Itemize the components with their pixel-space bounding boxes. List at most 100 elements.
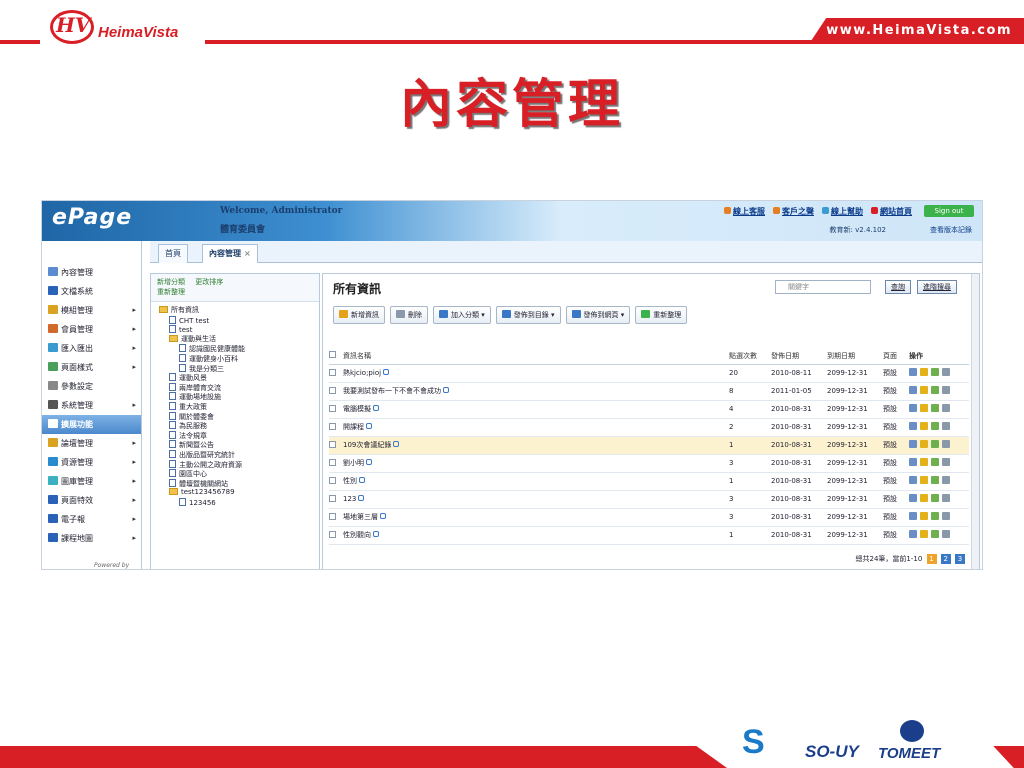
tree-node[interactable]: 法令規章 xyxy=(159,430,319,441)
trash-icon[interactable] xyxy=(942,368,950,376)
link-icon[interactable] xyxy=(443,387,449,393)
list-icon[interactable] xyxy=(920,368,928,376)
sidebar-item-13[interactable]: 電子報 ▸ xyxy=(42,510,141,529)
sign-out-button[interactable]: Sign out xyxy=(924,205,974,217)
search-button[interactable]: 查詢 xyxy=(885,280,911,294)
table-row[interactable]: 性別 1 2010-08-31 2099-12-31 預設 xyxy=(329,472,969,491)
sidebar-item-6[interactable]: 參數設定 xyxy=(42,377,141,396)
trash-icon[interactable] xyxy=(942,530,950,538)
page-1-button[interactable]: 1 xyxy=(926,554,937,564)
tree-node[interactable]: 123456 xyxy=(159,497,319,508)
table-row[interactable]: 劉小明 3 2010-08-31 2099-12-31 預設 xyxy=(329,454,969,473)
row-checkbox[interactable] xyxy=(329,368,336,376)
table-row[interactable]: 場地第三層 3 2010-08-31 2099-12-31 預設 xyxy=(329,508,969,527)
row-checkbox[interactable] xyxy=(329,404,336,412)
tree-node[interactable]: 新聞暨公告 xyxy=(159,440,319,450)
tree-node[interactable]: 主動公開之政府資源 xyxy=(159,459,319,470)
folder-icon[interactable] xyxy=(931,512,939,520)
item-name-link[interactable]: 熱kjcio;pioj xyxy=(343,369,381,377)
row-checkbox[interactable] xyxy=(329,458,336,466)
edit-icon[interactable] xyxy=(909,440,917,448)
tree-node[interactable]: 認識國民健康體能 xyxy=(159,344,319,354)
sidebar-item-7[interactable]: 系統管理 ▸ xyxy=(42,396,141,415)
edit-icon[interactable] xyxy=(909,368,917,376)
trash-icon[interactable] xyxy=(942,476,950,484)
sidebar-item-9[interactable]: 論壇管理 ▸ xyxy=(42,434,141,453)
item-name-link[interactable]: 電腦模擬 xyxy=(343,405,371,413)
tree-node[interactable]: test xyxy=(159,325,319,335)
link-site-home[interactable]: 網站首頁 xyxy=(871,206,912,217)
item-name-link[interactable]: 我要測試發布一下不會不會成功 xyxy=(343,387,441,395)
list-icon[interactable] xyxy=(920,458,928,466)
edit-icon[interactable] xyxy=(909,512,917,520)
keyword-search-input[interactable]: 關鍵字 xyxy=(775,280,871,294)
edit-icon[interactable] xyxy=(909,530,917,538)
toolbar-button-5[interactable]: 重新整理 xyxy=(635,306,688,324)
item-name-link[interactable]: 開課程 xyxy=(343,423,364,431)
tab-home[interactable]: 首頁 xyxy=(158,244,188,263)
list-icon[interactable] xyxy=(920,422,928,430)
tab-content-management[interactable]: 內容管理 × xyxy=(202,244,258,263)
add-category-button[interactable]: 新增分類 xyxy=(157,278,185,286)
link-icon[interactable] xyxy=(393,441,400,447)
folder-icon[interactable] xyxy=(931,494,939,502)
row-checkbox[interactable] xyxy=(329,386,336,394)
page-2-button[interactable]: 2 xyxy=(940,554,951,564)
table-row[interactable]: 熱kjcio;pioj 20 2010-08-11 2099-12-31 預設 xyxy=(329,364,969,383)
sidebar-item-8[interactable]: 擴展功能 xyxy=(42,415,141,434)
edit-icon[interactable] xyxy=(909,476,917,484)
link-icon[interactable] xyxy=(366,459,372,465)
folder-icon[interactable] xyxy=(931,530,939,538)
link-customer-voice[interactable]: 客戶之聲 xyxy=(773,206,814,217)
tree-node[interactable]: 運動健身小百科 xyxy=(159,353,319,364)
table-row[interactable]: 109次會議紀錄 1 2010-08-31 2099-12-31 預設 xyxy=(329,436,969,455)
change-order-button[interactable]: 更改排序 xyxy=(195,278,223,286)
list-icon[interactable] xyxy=(920,530,928,538)
refresh-tree-button[interactable]: 重新整理 xyxy=(157,288,185,296)
list-icon[interactable] xyxy=(920,512,928,520)
trash-icon[interactable] xyxy=(942,512,950,520)
toolbar-button-0[interactable]: 新增資訊 xyxy=(333,306,385,324)
column-header-published[interactable]: 發佈日期 xyxy=(771,348,827,365)
toolbar-button-1[interactable]: 刪除 xyxy=(390,306,428,324)
folder-icon[interactable] xyxy=(931,386,939,394)
vertical-scrollbar[interactable] xyxy=(971,274,979,569)
row-checkbox[interactable] xyxy=(329,512,336,520)
trash-icon[interactable] xyxy=(942,458,950,466)
link-icon[interactable] xyxy=(358,495,365,501)
row-checkbox[interactable] xyxy=(329,530,336,538)
trash-icon[interactable] xyxy=(942,440,950,448)
folder-icon[interactable] xyxy=(931,476,939,484)
tree-node[interactable]: 運動場地設施 xyxy=(159,392,319,402)
item-name-link[interactable]: 場地第三層 xyxy=(343,513,378,521)
link-icon[interactable] xyxy=(380,513,386,519)
link-online-help[interactable]: 線上幫助 xyxy=(822,206,863,217)
tree-node[interactable]: 體壇暨機關網站 xyxy=(159,478,319,489)
sidebar-item-5[interactable]: 頁面樣式 ▸ xyxy=(42,358,141,377)
edit-icon[interactable] xyxy=(909,386,917,394)
tree-node[interactable]: 重大政策 xyxy=(159,401,319,412)
tree-node[interactable]: 運動风景 xyxy=(159,373,319,383)
list-icon[interactable] xyxy=(920,494,928,502)
item-name-link[interactable]: 性別觀向 xyxy=(343,531,371,539)
trash-icon[interactable] xyxy=(942,386,950,394)
sidebar-item-4[interactable]: 匯入匯出 ▸ xyxy=(42,339,141,358)
item-name-link[interactable]: 劉小明 xyxy=(343,459,364,467)
table-row[interactable]: 性別觀向 1 2010-08-31 2099-12-31 預設 xyxy=(329,526,969,545)
edit-icon[interactable] xyxy=(909,404,917,412)
table-row[interactable]: 123 3 2010-08-31 2099-12-31 預設 xyxy=(329,490,969,509)
select-all-checkbox[interactable] xyxy=(329,351,336,359)
close-icon[interactable]: × xyxy=(244,249,251,258)
tree-node[interactable]: 出版品暨研究統計 xyxy=(159,449,319,460)
link-icon[interactable] xyxy=(373,531,379,537)
tree-node[interactable]: 所有資訊 xyxy=(159,306,319,316)
folder-icon[interactable] xyxy=(931,440,939,448)
toolbar-button-3[interactable]: 發佈到目錄 ▾ xyxy=(495,306,561,324)
trash-icon[interactable] xyxy=(942,422,950,430)
tree-node[interactable]: 兩岸體育交流 xyxy=(159,382,319,393)
row-checkbox[interactable] xyxy=(329,476,336,484)
folder-icon[interactable] xyxy=(931,368,939,376)
tree-node[interactable]: 園區中心 xyxy=(159,469,319,479)
sidebar-item-14[interactable]: 課程地圖 ▸ xyxy=(42,529,141,548)
list-icon[interactable] xyxy=(920,386,928,394)
